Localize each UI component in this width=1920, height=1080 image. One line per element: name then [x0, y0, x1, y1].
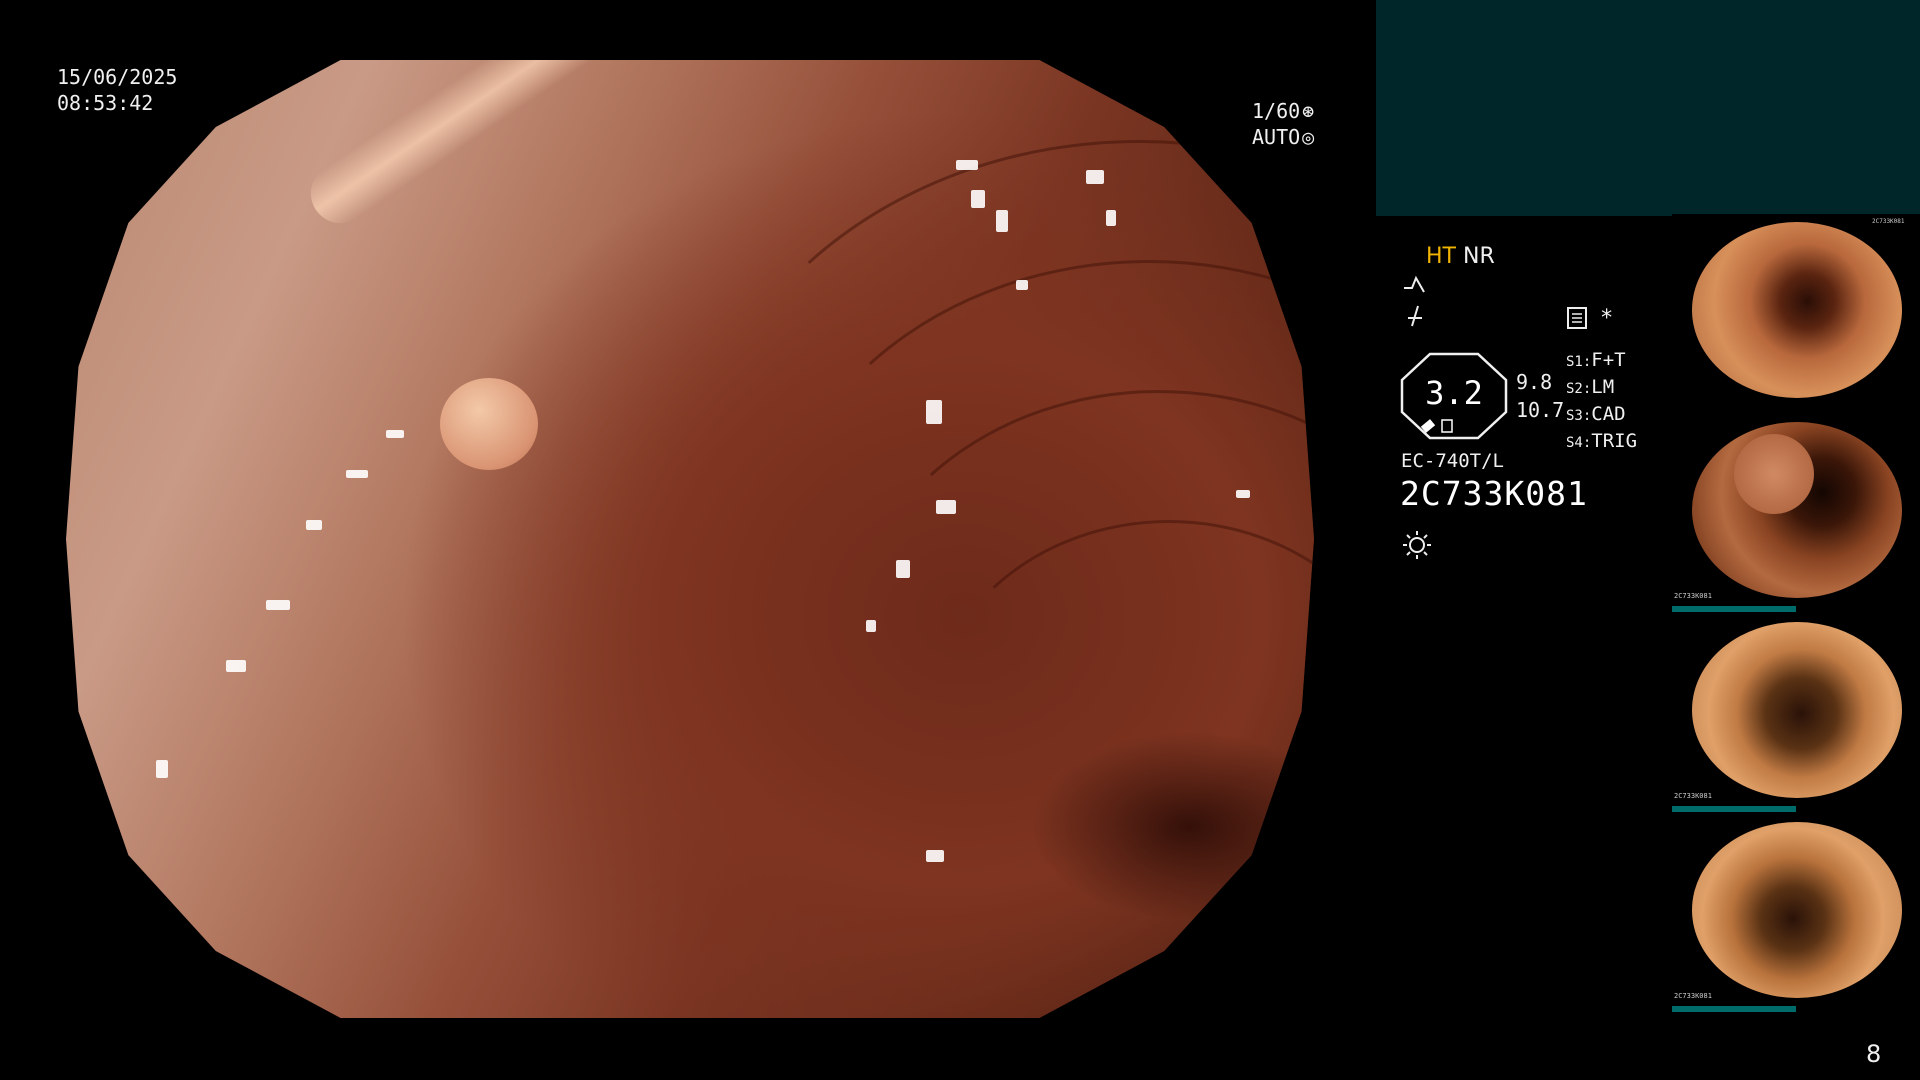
switch-key: S3: [1566, 408, 1592, 424]
scope-serial-label: 2C733K081 [1400, 474, 1588, 513]
switch-value: LM [1591, 376, 1615, 398]
specular-highlight [346, 470, 368, 478]
ht-mode-label: HT [1426, 244, 1456, 269]
gauge-lower-value: 10.7 [1516, 398, 1565, 422]
thumbnail-serial-label: 2C733K081 [1674, 792, 1712, 800]
shutter-icon: ⊛ [1302, 99, 1315, 123]
endoscopy-view [66, 60, 1314, 1018]
specular-highlight [386, 430, 404, 438]
specular-highlight [1106, 210, 1116, 226]
iris-row: AUTO ◎ [1252, 124, 1314, 150]
switch-row: S2:LM [1566, 375, 1637, 402]
capture-thumbnail[interactable]: 2C733K081 [1672, 614, 1920, 806]
thumbnail-image [1692, 622, 1902, 798]
page-number: 8 [1866, 1040, 1882, 1068]
specular-highlight [156, 760, 168, 778]
specular-highlight [926, 850, 944, 862]
thumbnail-serial-label: 2C733K081 [1674, 592, 1712, 600]
thumbnail-selection-bar [1672, 1006, 1796, 1012]
thumbnail-image [1692, 222, 1902, 398]
specular-highlight [306, 520, 322, 530]
gauge-readout: 9.8 10.7 [1516, 368, 1564, 424]
capture-thumbnail[interactable]: 2C733K081 [1672, 214, 1920, 406]
polyp [440, 378, 538, 470]
light-source-icon [1402, 530, 1432, 560]
thumbnail-polyp [1734, 434, 1814, 514]
time-label: 08:53:42 [57, 91, 154, 115]
switch-row: S1:F+T [1566, 348, 1637, 375]
iris-icon: ◎ [1302, 125, 1315, 149]
specular-highlight [866, 620, 876, 632]
scope-model-label: EC-740T/L [1401, 450, 1504, 472]
capture-thumbnail[interactable]: 2C733K081 [1672, 814, 1920, 1006]
specular-highlight [1086, 170, 1104, 184]
specular-highlight [896, 560, 910, 578]
thumbnail-serial-label: 2C733K081 [1872, 218, 1905, 225]
date-label: 15/06/2025 [57, 65, 178, 89]
switch-key: S4: [1566, 435, 1592, 451]
exposure-block: 1/60 ⊛ AUTO ◎ [1252, 98, 1314, 150]
datetime-block: 15/06/2025 08:53:42 [57, 64, 177, 116]
specular-highlight [996, 210, 1008, 232]
specular-highlight [226, 660, 246, 672]
memory-card-icon [1566, 306, 1588, 330]
mucosal-ridge [299, 60, 864, 235]
gauge-value: 3.2 [1425, 374, 1483, 412]
switch-row: S4:TRIG [1566, 429, 1637, 456]
gauge-upper-value: 9.8 [1516, 370, 1553, 394]
specular-highlight [926, 400, 942, 424]
switch-key: S1: [1566, 354, 1592, 370]
capture-thumbnail[interactable]: 2C733K081 [1672, 414, 1920, 606]
thumbnail-selection-bar [1672, 806, 1796, 812]
nr-mode-label: NR [1462, 244, 1495, 269]
iris-label: AUTO [1252, 125, 1301, 149]
switch-value: CAD [1591, 403, 1626, 425]
asterisk-label: * [1600, 306, 1614, 331]
shutter-label: 1/60 [1252, 99, 1301, 123]
switch-key: S2: [1566, 381, 1592, 397]
switch-value: TRIG [1591, 430, 1638, 452]
thumbnail-selection-bar [1672, 606, 1796, 612]
enhance-curve-icon [1402, 274, 1428, 296]
specular-highlight [1016, 280, 1028, 290]
switch-list: S1:F+T S2:LM S3:CAD S4:TRIG [1566, 348, 1637, 456]
magnification-gauge: 3.2 [1400, 352, 1508, 440]
switch-row: S3:CAD [1566, 402, 1637, 429]
specular-highlight [1236, 490, 1250, 498]
info-panel-box [1376, 0, 1920, 216]
filter-icon [1402, 304, 1428, 328]
switch-value: F+T [1591, 349, 1626, 371]
specular-highlight [956, 160, 978, 170]
mode-row: HT NR [1426, 244, 1495, 269]
specular-highlight [971, 190, 985, 208]
thumbnail-serial-label: 2C733K081 [1674, 992, 1712, 1000]
thumbnail-image [1692, 822, 1902, 998]
shutter-row: 1/60 ⊛ [1252, 98, 1314, 124]
specular-highlight [266, 600, 290, 610]
specular-highlight [936, 500, 956, 514]
